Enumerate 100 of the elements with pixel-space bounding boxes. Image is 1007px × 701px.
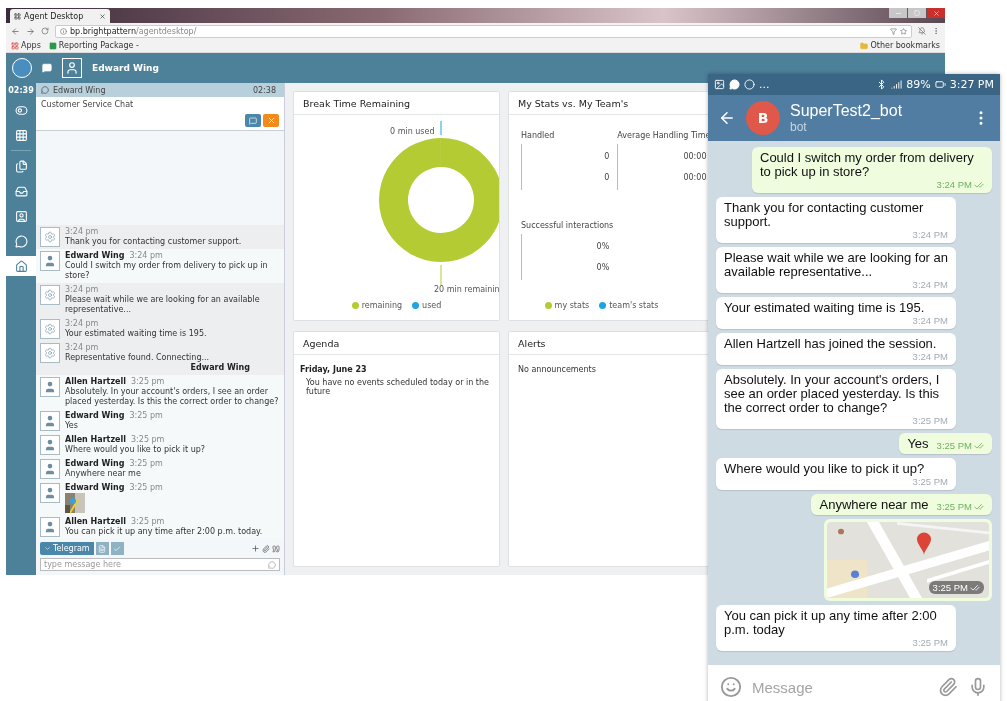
address-field[interactable]: bp.brightpattern/agentdesktop/ xyxy=(55,24,912,38)
message-time: 3:24 PM xyxy=(912,279,948,290)
back-icon[interactable] xyxy=(11,26,20,36)
message-text: You can pick it up any time after 2:00 p.m. today xyxy=(724,609,938,637)
grid-icon xyxy=(14,128,28,142)
image-icon xyxy=(714,79,725,90)
message-text: Yes xyxy=(65,421,79,431)
inbox-icon xyxy=(14,184,28,198)
gear-icon xyxy=(40,285,60,305)
stat-value: 00:00 xyxy=(683,152,707,161)
message-text: Yes xyxy=(907,437,929,451)
signal-icon xyxy=(891,79,903,90)
close-button[interactable] xyxy=(263,114,279,127)
menu-icon[interactable] xyxy=(932,27,940,35)
message-text: Thank you for contacting customer support. xyxy=(724,201,925,229)
nav-item[interactable] xyxy=(6,256,36,276)
message-time: 3:25 pm xyxy=(129,459,163,469)
legend-label: my stats xyxy=(554,301,590,310)
channel-dropdown[interactable]: Telegram xyxy=(40,542,94,555)
url-text: bp.brightpattern/agentdesktop/ xyxy=(70,26,197,36)
attach-icon[interactable] xyxy=(262,544,270,553)
caret-icon xyxy=(44,545,51,552)
back-icon[interactable] xyxy=(718,109,736,127)
tab-title: Agent Desktop xyxy=(24,11,84,21)
message-time: 3:25 PM xyxy=(932,582,968,593)
card-title: Agenda xyxy=(294,332,499,355)
session-timer: 02:39 xyxy=(8,86,34,95)
clock: 3:27 PM xyxy=(949,78,994,91)
message-author: Allen Hartzell xyxy=(65,435,126,445)
message-text: Please wait while we are looking for an available representative... xyxy=(65,295,261,315)
attach-icon[interactable] xyxy=(938,677,958,697)
bookmark[interactable]: Reporting Package - xyxy=(48,41,139,50)
chat-title: Customer Service Chat xyxy=(41,100,135,109)
document-button[interactable] xyxy=(95,542,109,555)
message-time: 3:24 pm xyxy=(129,251,163,261)
message-time: 3:25 pm xyxy=(131,435,165,445)
agenda-date: Friday, June 23 xyxy=(299,364,368,376)
chat-icon[interactable] xyxy=(42,63,52,73)
chat-icon xyxy=(14,234,28,248)
stat-label: Successful interactions xyxy=(521,221,614,230)
info-icon xyxy=(60,27,67,35)
gear-icon xyxy=(40,319,60,339)
circle-icon xyxy=(744,79,755,90)
chat-icon xyxy=(41,86,49,94)
message-text: Representative found. Connecting... xyxy=(65,353,211,363)
message-time: 3:25 PM xyxy=(936,440,972,451)
bookmark[interactable]: Apps xyxy=(11,41,41,50)
contact-card-icon xyxy=(14,209,28,223)
star-icon[interactable] xyxy=(900,27,907,35)
legend-label: team's stats xyxy=(609,301,659,310)
message-time: 3:25 pm xyxy=(131,517,165,527)
message-text: Absolutely. In your account's orders, I see an order placed yesterday. Is this the correct order to change? xyxy=(724,373,941,415)
message-text: Could I switch my order from delivery to pick up in store? xyxy=(760,151,975,179)
message-text: Anywhere near me xyxy=(65,469,142,479)
bookmark-folder[interactable]: Other bookmarks xyxy=(860,41,940,50)
reload-icon[interactable] xyxy=(41,27,49,35)
message-time: 3:25 pm xyxy=(129,483,163,493)
stat-value: 0 xyxy=(604,173,610,182)
message-author: Edward Wing xyxy=(65,251,125,261)
message-time: 3:24 PM xyxy=(936,179,972,190)
message-text: Your estimated waiting time is 195. xyxy=(724,301,925,315)
message-author: Edward Wing xyxy=(65,459,125,469)
forward-icon[interactable] xyxy=(26,26,35,36)
bot-avatar: B xyxy=(746,101,780,135)
emoji-icon[interactable] xyxy=(720,676,742,698)
stat-value: 0 xyxy=(604,152,610,161)
filter-icon[interactable] xyxy=(890,27,897,35)
message-time: 3:24 pm xyxy=(65,227,99,237)
quote-icon[interactable] xyxy=(272,544,280,553)
gear-icon xyxy=(40,343,60,363)
gear-icon xyxy=(40,227,60,247)
card-title: Break Time Remaining xyxy=(294,92,499,115)
message-text: Your estimated waiting time is 195. xyxy=(65,329,208,339)
microphone-icon[interactable] xyxy=(968,677,988,697)
stat-value: 00:00 xyxy=(683,173,707,182)
battery-icon xyxy=(934,79,946,90)
leader-line xyxy=(440,121,442,135)
empty-message: No announcements xyxy=(517,364,597,376)
documents-icon xyxy=(14,159,28,173)
check-button[interactable] xyxy=(110,542,124,555)
message-time: 3:24 pm xyxy=(65,343,99,353)
message-time: 3:24 PM xyxy=(912,229,948,240)
folder-icon xyxy=(860,41,869,50)
message-time: 3:24 PM xyxy=(912,315,948,326)
message-text: Please wait while we are looking for an available representative... xyxy=(724,251,948,279)
close-icon[interactable] xyxy=(99,12,106,20)
chart-label: 0 min used xyxy=(390,127,435,136)
plus-icon[interactable] xyxy=(251,544,260,553)
message-author: Allen Hartzell xyxy=(65,517,126,527)
message-text: Allen Hartzell has joined the session. xyxy=(724,337,937,351)
message-time: 3:24 PM xyxy=(912,351,948,362)
agent-name: Edward Wing xyxy=(92,63,159,73)
status-indicator[interactable] xyxy=(12,58,32,78)
transfer-button[interactable] xyxy=(245,114,261,127)
grid-icon xyxy=(14,12,21,20)
message-author: Edward Wing xyxy=(65,483,125,493)
close-button[interactable] xyxy=(927,8,945,18)
apps-icon xyxy=(11,41,19,50)
browser-tab[interactable]: Agent Desktop xyxy=(10,9,110,23)
chat-icon xyxy=(729,79,740,90)
